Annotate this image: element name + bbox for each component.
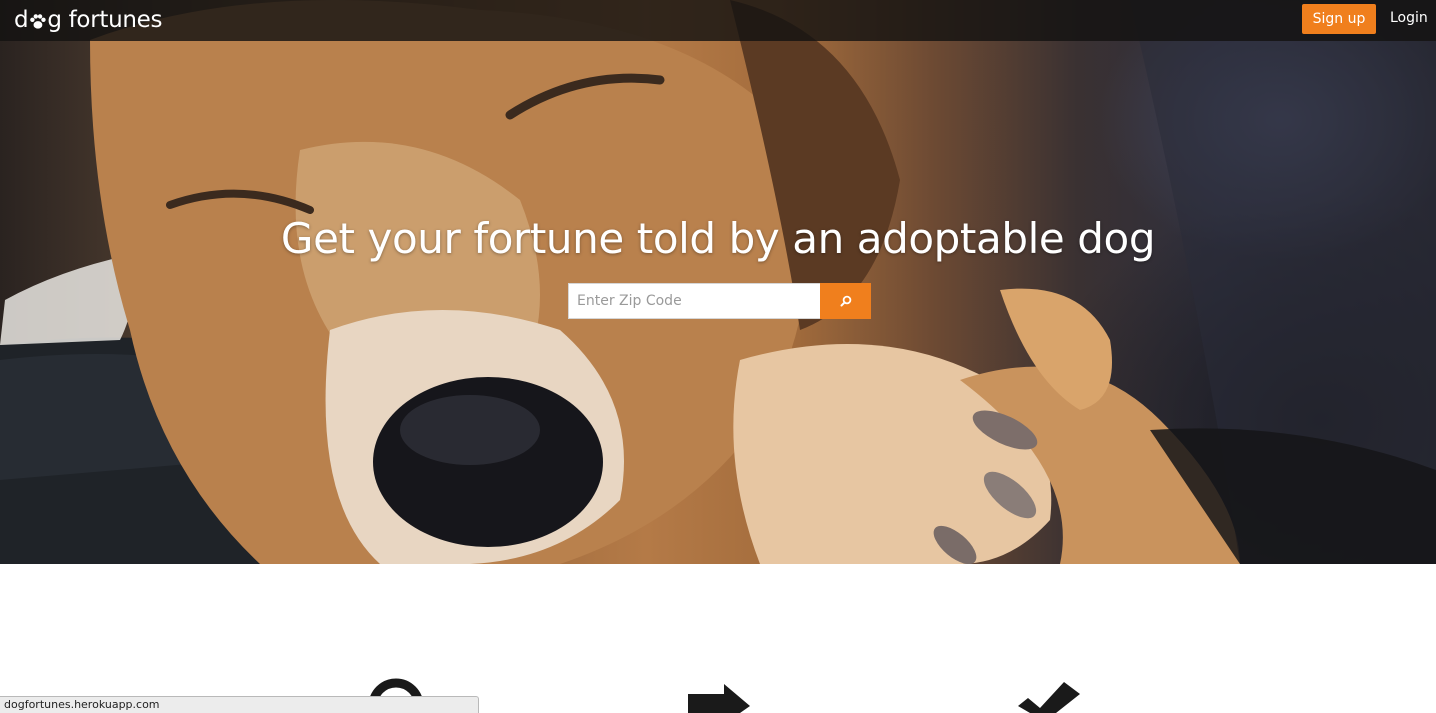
checkmark-icon <box>1018 682 1080 713</box>
features-section <box>0 564 1436 713</box>
top-nav-bar: d g fortunes Sign up Login <box>0 0 1436 41</box>
logo-text-suffix: g fortunes <box>47 7 163 33</box>
zip-code-input[interactable] <box>568 283 820 319</box>
paw-icon <box>30 14 46 29</box>
hero-banner: d g fortunes Sign up Login Get your fort… <box>0 0 1436 564</box>
zip-search-form <box>568 283 871 319</box>
search-icon <box>840 295 851 307</box>
site-logo[interactable]: d g fortunes <box>14 5 162 35</box>
logo-text-prefix: d <box>14 7 29 33</box>
arrow-right-icon <box>688 684 750 713</box>
sign-up-button[interactable]: Sign up <box>1302 4 1376 34</box>
hero-dog-photo <box>0 0 1436 564</box>
hero-headline: Get your fortune told by an adoptable do… <box>280 214 1156 263</box>
search-button[interactable] <box>820 283 871 319</box>
browser-status-bar: dogfortunes.herokuapp.com <box>0 696 479 713</box>
login-link[interactable]: Login <box>1390 10 1428 26</box>
